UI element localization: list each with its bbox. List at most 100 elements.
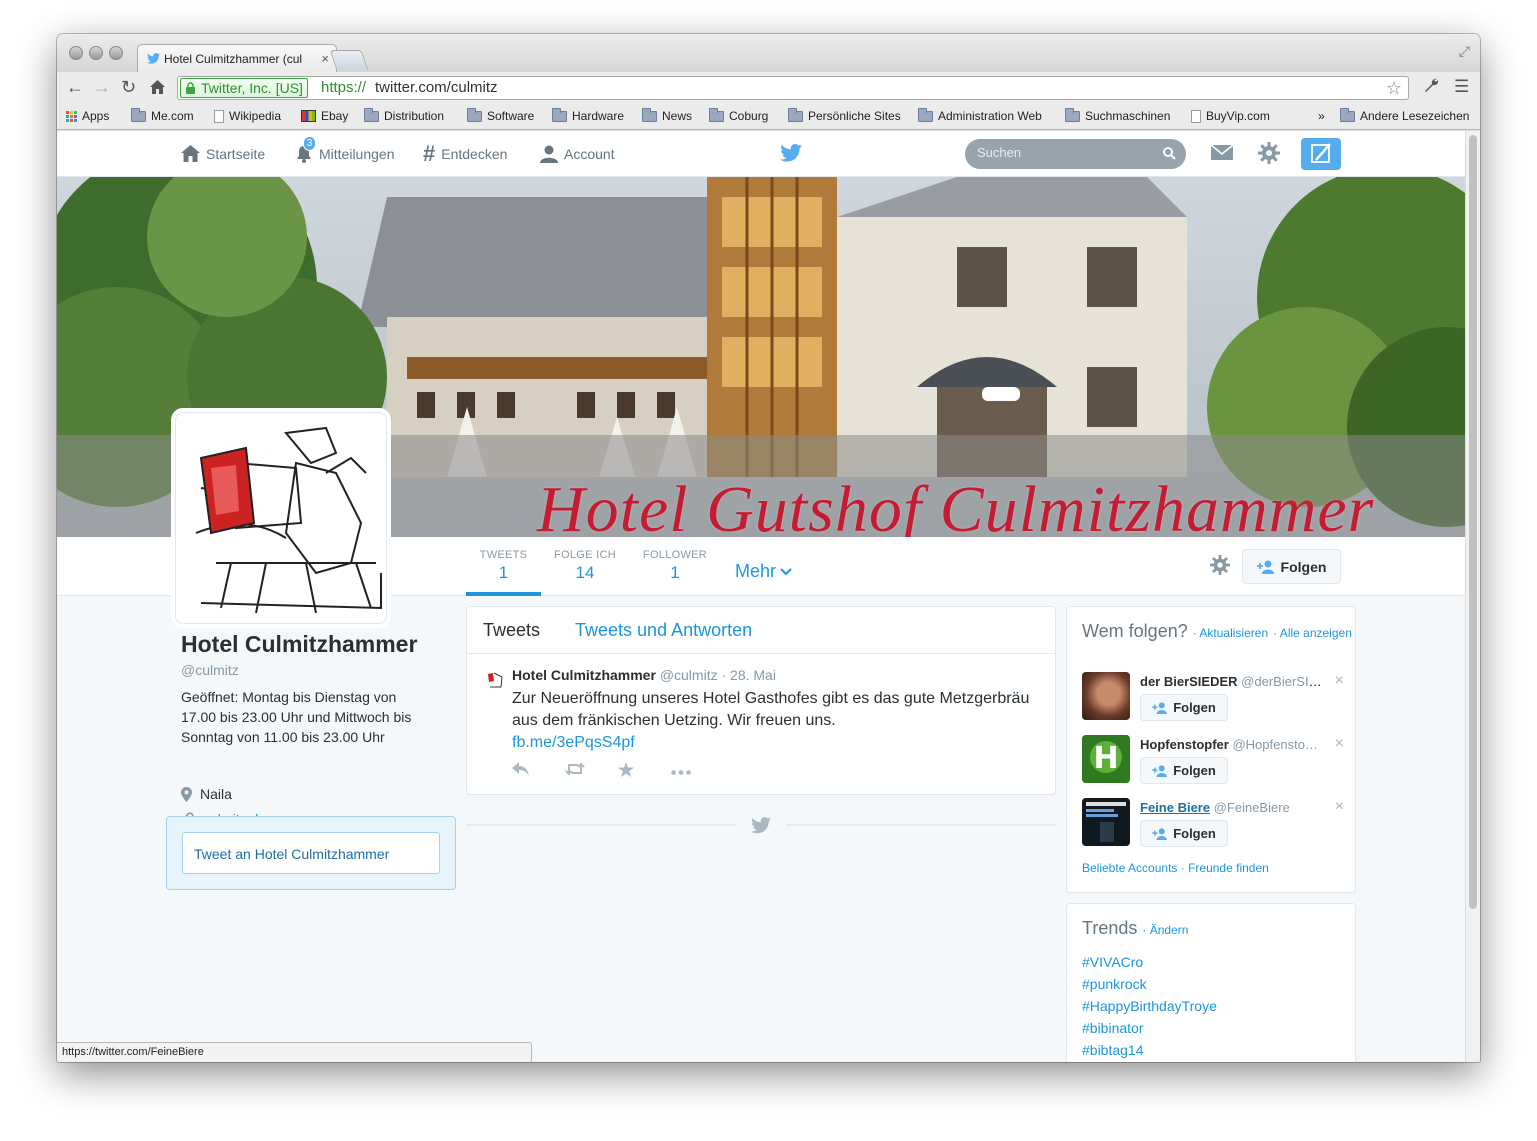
more-dropdown[interactable]: Mehr: [735, 561, 792, 582]
who-to-follow-panel: Wem folgen? · Aktualisieren · Alle anzei…: [1066, 606, 1356, 893]
suggestion-follow-button[interactable]: Folgen: [1140, 757, 1228, 784]
nav-notifications[interactable]: 3 Mitteilungen: [295, 136, 395, 163]
more-dots-icon[interactable]: [671, 762, 724, 782]
bookmark-suchmaschinen[interactable]: Suchmaschinen: [1065, 107, 1170, 123]
home-icon[interactable]: [149, 77, 166, 99]
profile-gear-icon[interactable]: [1210, 555, 1230, 580]
suggestion-follow-button[interactable]: Folgen: [1140, 820, 1228, 847]
bookmark-label: Me.com: [151, 109, 194, 123]
stat-tweets[interactable]: TWEETS 1: [466, 537, 541, 596]
profile-handle[interactable]: @culmitz: [181, 662, 239, 678]
trend-item[interactable]: #punkrock: [1082, 976, 1147, 992]
fullscreen-icon[interactable]: ⤢: [1459, 43, 1470, 60]
reply-icon[interactable]: [512, 762, 565, 782]
show-all-link[interactable]: · Alle anzeigen: [1273, 626, 1352, 640]
zoom-window-button[interactable]: [109, 46, 123, 60]
retweet-icon[interactable]: [565, 762, 618, 782]
page-scrollbar[interactable]: [1465, 131, 1480, 1062]
follow-person-icon: [1152, 764, 1168, 777]
messages-envelope-icon[interactable]: [1210, 143, 1234, 166]
suggestion-name-line[interactable]: Hopfenstopfer @Hopfensto…: [1140, 737, 1325, 752]
bookmarks-overflow-button[interactable]: »: [1318, 109, 1325, 123]
settings-gear-icon[interactable]: [1258, 142, 1280, 169]
bookmark-me-com[interactable]: Me.com: [131, 107, 194, 123]
wrench-icon[interactable]: [1423, 77, 1439, 98]
suggestion-name-line[interactable]: Feine Biere @FeineBiere: [1140, 800, 1325, 815]
bell-icon: 3: [295, 136, 316, 163]
bookmark-apps[interactable]: Apps: [66, 109, 109, 123]
trend-item[interactable]: #HappyBirthdayTroye: [1082, 998, 1217, 1014]
suggestion-follow-button[interactable]: Folgen: [1140, 694, 1228, 721]
profile-name[interactable]: Hotel Culmitzhammer: [181, 631, 417, 658]
bookmark-administration-web[interactable]: Administration Web: [918, 107, 1042, 123]
dismiss-close-icon[interactable]: ×: [1335, 735, 1344, 753]
bookmark-hardware[interactable]: Hardware: [552, 107, 624, 123]
tab-tweets-and-replies[interactable]: Tweets und Antworten: [575, 620, 752, 641]
search-input[interactable]: Suchen: [965, 139, 1186, 169]
menu-icon[interactable]: ☰: [1454, 77, 1469, 97]
close-window-button[interactable]: [69, 46, 83, 60]
tweet-to-input[interactable]: Tweet an Hotel Culmitzhammer: [182, 832, 440, 874]
bookmark-software[interactable]: Software: [467, 107, 534, 123]
twitter-bird-icon[interactable]: [780, 144, 802, 167]
suggestion-avatar[interactable]: [1082, 798, 1130, 846]
bookmark-persoenliche-sites[interactable]: Persönliche Sites: [788, 107, 901, 123]
bookmark-other[interactable]: Andere Lesezeichen: [1340, 107, 1469, 123]
nav-home[interactable]: Startseite: [181, 145, 265, 162]
scrollbar-thumb[interactable]: [1469, 135, 1477, 909]
tweet-link[interactable]: fb.me/3ePqsS4pf: [512, 734, 635, 751]
stat-value: 1: [498, 563, 509, 582]
tweet-author-handle[interactable]: @culmitz: [660, 667, 718, 683]
stat-followers[interactable]: FOLLOWER 1: [639, 537, 711, 596]
who-to-follow-header: Wem folgen? · Aktualisieren · Alle anzei…: [1082, 621, 1352, 642]
tweet-actions: [512, 762, 724, 782]
url-path: twitter.com/culmitz: [375, 79, 498, 96]
bookmark-wikipedia[interactable]: Wikipedia: [214, 109, 281, 123]
trend-item[interactable]: #bibinator: [1082, 1020, 1144, 1036]
find-friends-link[interactable]: · Freunde finden: [1181, 861, 1269, 875]
nav-account[interactable]: Account: [540, 145, 615, 163]
tab-tweets[interactable]: Tweets: [483, 620, 540, 641]
forward-arrow-icon[interactable]: →: [93, 77, 111, 97]
tweet-body: Zur Neueröffnung unseres Hotel Gasthofes…: [512, 690, 1030, 729]
back-arrow-icon[interactable]: ←: [66, 77, 84, 97]
dismiss-close-icon[interactable]: ×: [1335, 798, 1344, 816]
suggestion-avatar[interactable]: [1082, 672, 1130, 720]
address-bar[interactable]: Twitter, Inc. [US] https:// twitter.com/…: [177, 76, 1409, 100]
bookmark-news[interactable]: News: [642, 107, 693, 123]
suggestion-name-line[interactable]: der BierSIEDER @derBierSIE…: [1140, 674, 1325, 689]
compose-tweet-button[interactable]: [1301, 138, 1341, 170]
bookmark-coburg[interactable]: Coburg: [709, 107, 768, 123]
suggestion-item: Feine Biere @FeineBiere × Folgen: [1082, 798, 1344, 848]
bookmark-label: Persönliche Sites: [808, 109, 901, 123]
new-tab-button[interactable]: [329, 50, 369, 70]
suggestion-avatar[interactable]: H: [1082, 735, 1130, 783]
profile-avatar[interactable]: [175, 412, 387, 624]
trend-item[interactable]: #VIVACro: [1082, 954, 1143, 970]
refresh-link[interactable]: · Aktualisieren: [1193, 626, 1268, 640]
bookmark-buyvip[interactable]: BuyVip.com: [1191, 109, 1270, 123]
trend-item[interactable]: #bibtag14: [1082, 1042, 1144, 1058]
tweet-author-avatar[interactable]: [484, 669, 506, 691]
tweet-date[interactable]: · 28. Mai: [721, 667, 775, 683]
twitter-topnav: Startseite 3 Mitteilungen # Entdecken Ac…: [57, 131, 1465, 177]
bookmark-label: News: [662, 109, 693, 123]
browser-tab[interactable]: Hotel Culmitzhammer (cul ×: [137, 44, 337, 72]
stat-following[interactable]: FOLGE ICH 14: [551, 537, 619, 596]
ev-certificate-badge[interactable]: Twitter, Inc. [US]: [180, 78, 308, 98]
tweet-author-name[interactable]: Hotel Culmitzhammer: [512, 667, 656, 683]
favorite-star-icon[interactable]: [618, 762, 671, 782]
bookmark-distribution[interactable]: Distribution: [364, 107, 444, 123]
stat-label: FOLGE ICH: [554, 549, 616, 561]
popular-accounts-link[interactable]: Beliebte Accounts: [1082, 861, 1177, 875]
reload-icon[interactable]: ↻: [121, 77, 136, 97]
change-trends-link[interactable]: · Ändern: [1142, 923, 1188, 937]
nav-discover[interactable]: # Entdecken: [423, 143, 507, 165]
follow-button[interactable]: Folgen: [1242, 549, 1341, 584]
minimize-window-button[interactable]: [89, 46, 103, 60]
bookmark-star-icon[interactable]: ☆: [1386, 77, 1402, 99]
search-icon[interactable]: [1163, 147, 1176, 160]
dismiss-close-icon[interactable]: ×: [1335, 672, 1344, 690]
bookmark-ebay[interactable]: Ebay: [301, 109, 348, 123]
tab-close-icon[interactable]: ×: [321, 51, 329, 66]
